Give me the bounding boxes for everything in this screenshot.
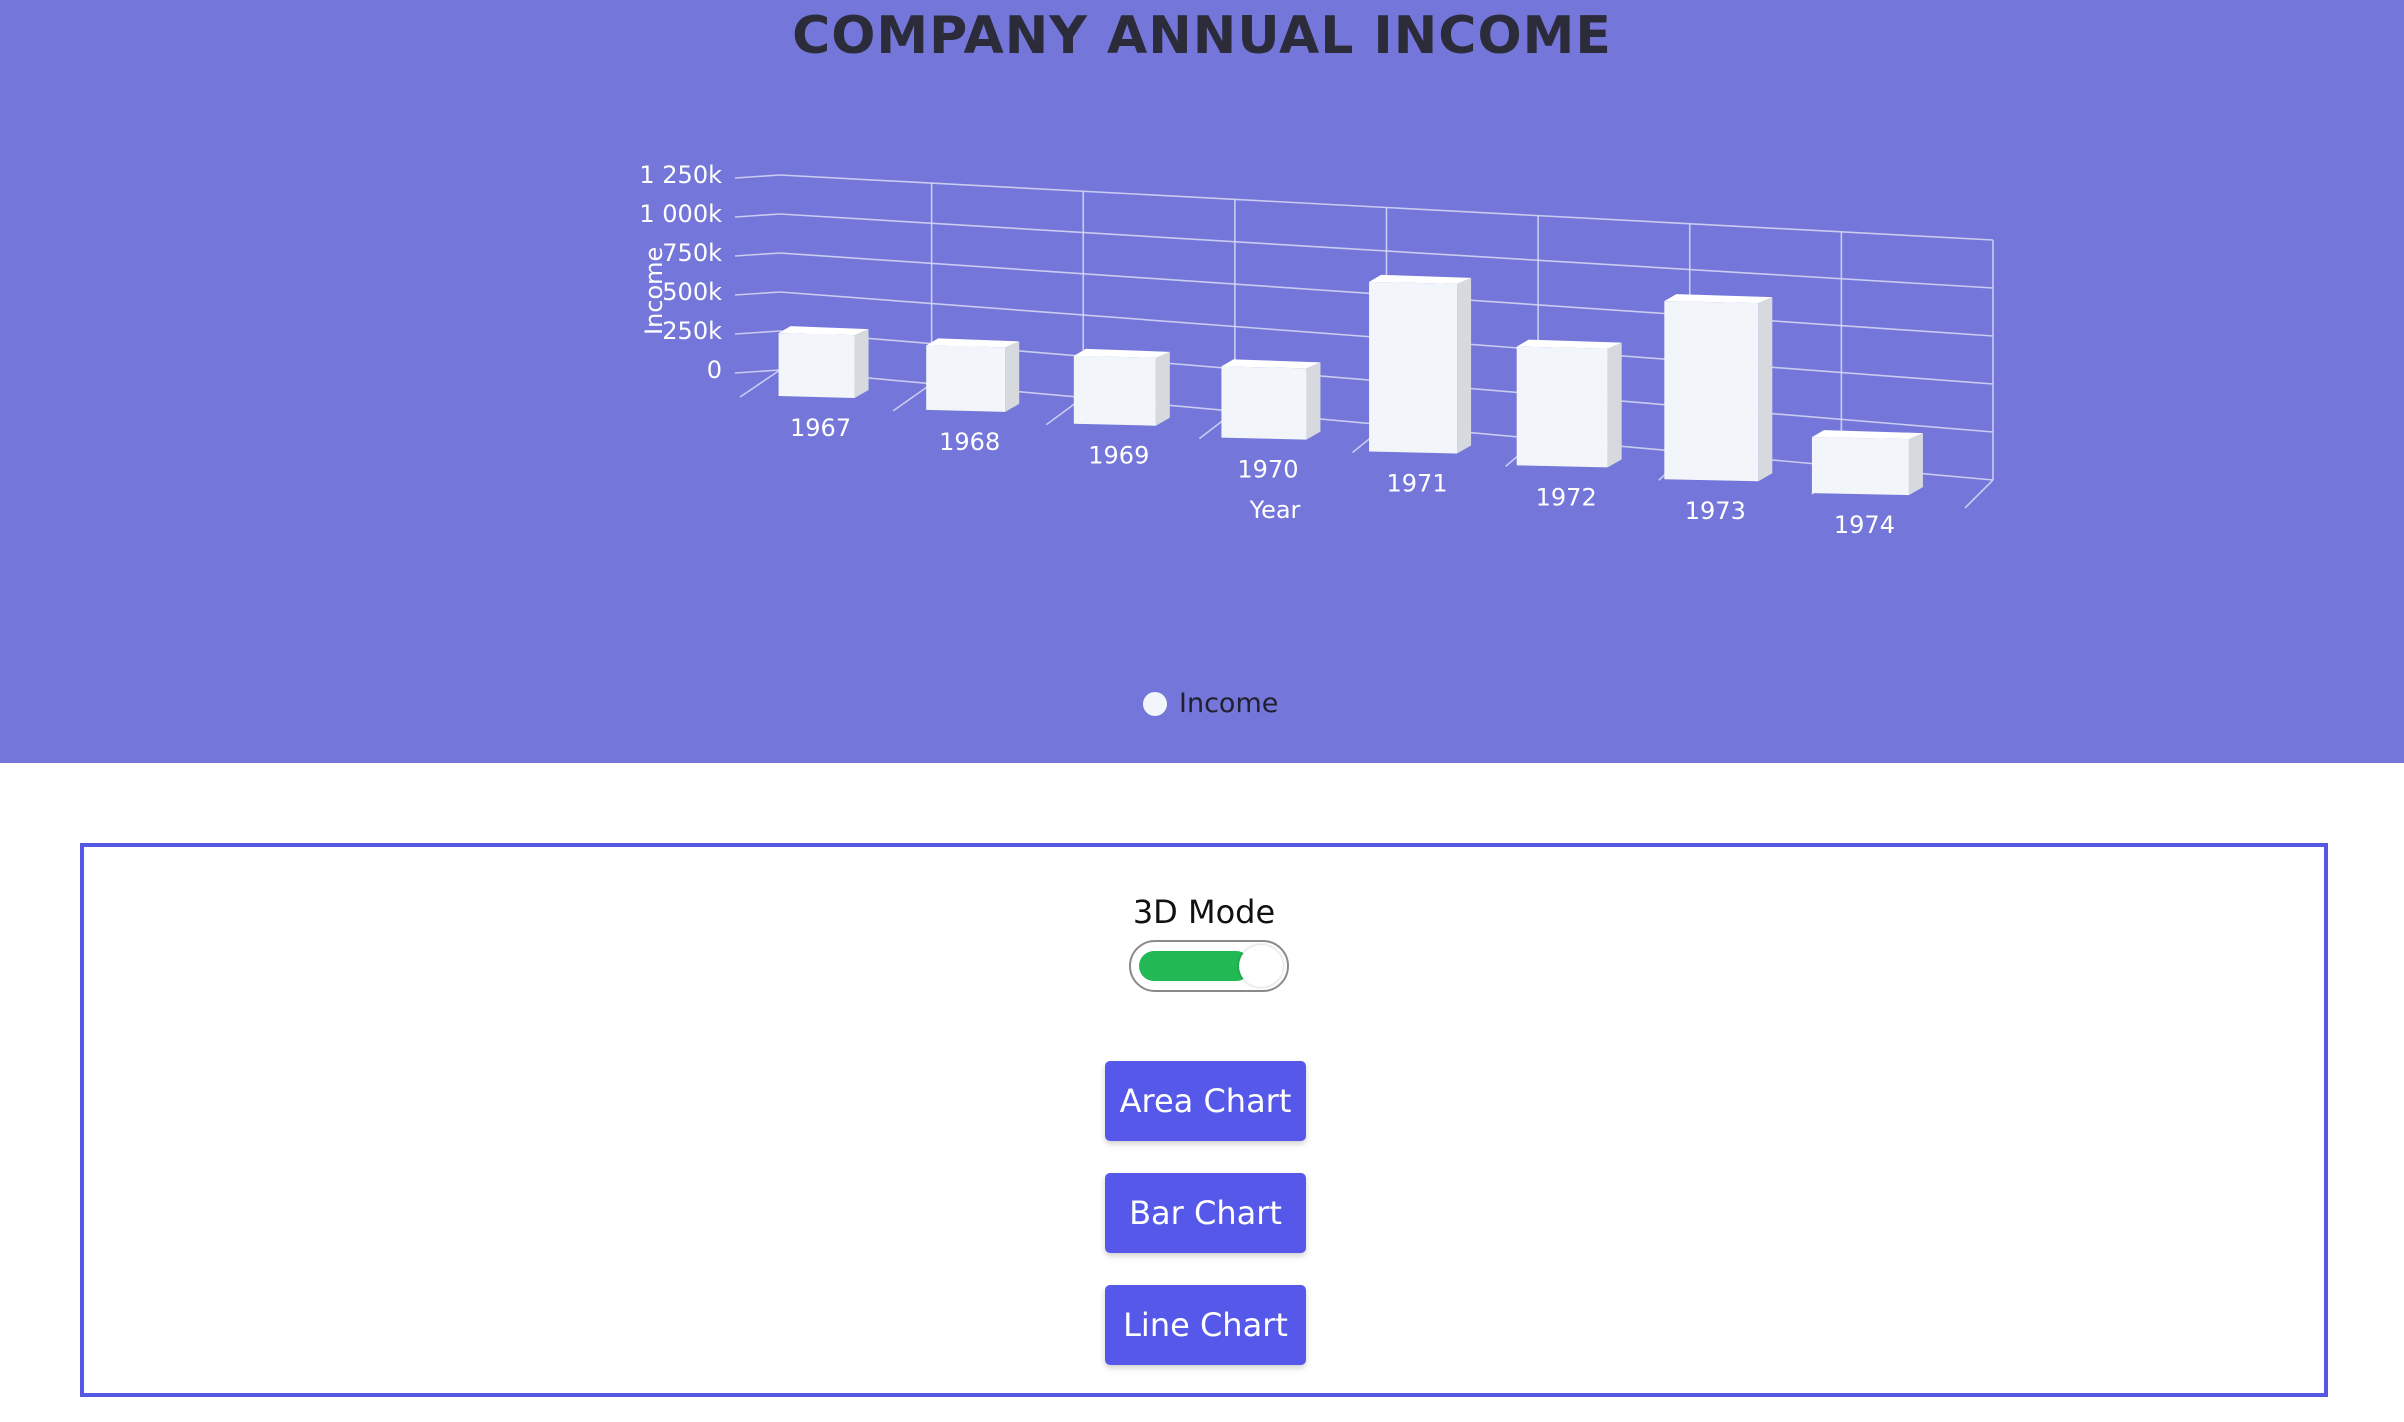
x-depth-line	[892, 383, 933, 412]
y-tick-label: 0	[707, 356, 722, 384]
x-tick-label: 1973	[1685, 497, 1746, 525]
bar-1967[interactable]	[778, 333, 855, 398]
toggle-fill	[1139, 951, 1251, 981]
y-tick-label: 250k	[662, 317, 722, 345]
bar-1969[interactable]	[1073, 355, 1156, 426]
bar-1968[interactable]	[926, 345, 1006, 412]
legend-label: Income	[1179, 688, 1279, 719]
chart-panel: COMPANY ANNUAL INCOME 0 250k 500k 750k 1 000…	[0, 0, 2404, 763]
bar-side[interactable]	[854, 329, 869, 398]
x-tick-label: 1972	[1536, 483, 1597, 511]
area-chart-button[interactable]: Area Chart	[1105, 1061, 1306, 1141]
y-tick-label: 1 000k	[639, 200, 722, 228]
3d-mode-toggle[interactable]	[1129, 940, 1289, 992]
y-tick-label: 750k	[662, 239, 722, 267]
y-axis-title: Income	[640, 247, 668, 335]
legend-marker-icon	[1143, 691, 1167, 716]
mode-label: 3D Mode	[1132, 893, 1276, 931]
bar-side[interactable]	[1155, 351, 1170, 426]
bar-1971[interactable]	[1369, 281, 1458, 454]
bar-side[interactable]	[1908, 433, 1923, 496]
x-depth-line	[1964, 479, 1994, 509]
bar-side[interactable]	[1306, 362, 1321, 440]
chart-bars	[778, 274, 1923, 496]
x-depth-line	[739, 369, 781, 398]
y-tick-label: 500k	[662, 278, 722, 306]
bar-1970[interactable]	[1221, 366, 1307, 440]
y-gridline-left-stub	[734, 291, 781, 296]
chart-legend[interactable]: Income	[1143, 688, 1278, 719]
x-tick-label: 1969	[1088, 442, 1149, 470]
chart-grid	[734, 174, 1994, 509]
bar-1974[interactable]	[1811, 437, 1909, 496]
bar-side[interactable]	[1005, 341, 1020, 412]
bar-chart-button[interactable]: Bar Chart	[1105, 1173, 1306, 1253]
x-tick-label: 1970	[1237, 456, 1298, 484]
y-gridline-left-stub	[734, 330, 781, 335]
x-tick-label: 1974	[1834, 511, 1895, 539]
y-gridline-left-stub	[734, 174, 781, 179]
x-tick-label: 1971	[1387, 469, 1448, 497]
line-chart-button[interactable]: Line Chart	[1105, 1285, 1306, 1365]
control-panel: 3D Mode Area Chart Bar Chart Line Chart	[80, 843, 2328, 1397]
bar-1973[interactable]	[1664, 301, 1759, 482]
bar-side[interactable]	[1457, 277, 1472, 454]
bar-side[interactable]	[1607, 342, 1622, 468]
x-tick-label: 1968	[939, 428, 1000, 456]
y-gridline-left-stub	[734, 369, 781, 374]
bar-1972[interactable]	[1516, 346, 1608, 468]
toggle-knob[interactable]	[1239, 945, 1283, 987]
x-tick-label: 1967	[790, 414, 851, 442]
y-tick-label: 1 250k	[639, 161, 722, 189]
y-gridline-left-stub	[734, 252, 781, 257]
y-gridline-left-stub	[734, 213, 781, 218]
income-3d-bar-chart: 0 250k 500k 750k 1 000k 1 250k Income Year 1967 1…	[639, 161, 1994, 539]
x-axis-title: Year	[1249, 496, 1301, 524]
bar-side[interactable]	[1758, 297, 1773, 482]
